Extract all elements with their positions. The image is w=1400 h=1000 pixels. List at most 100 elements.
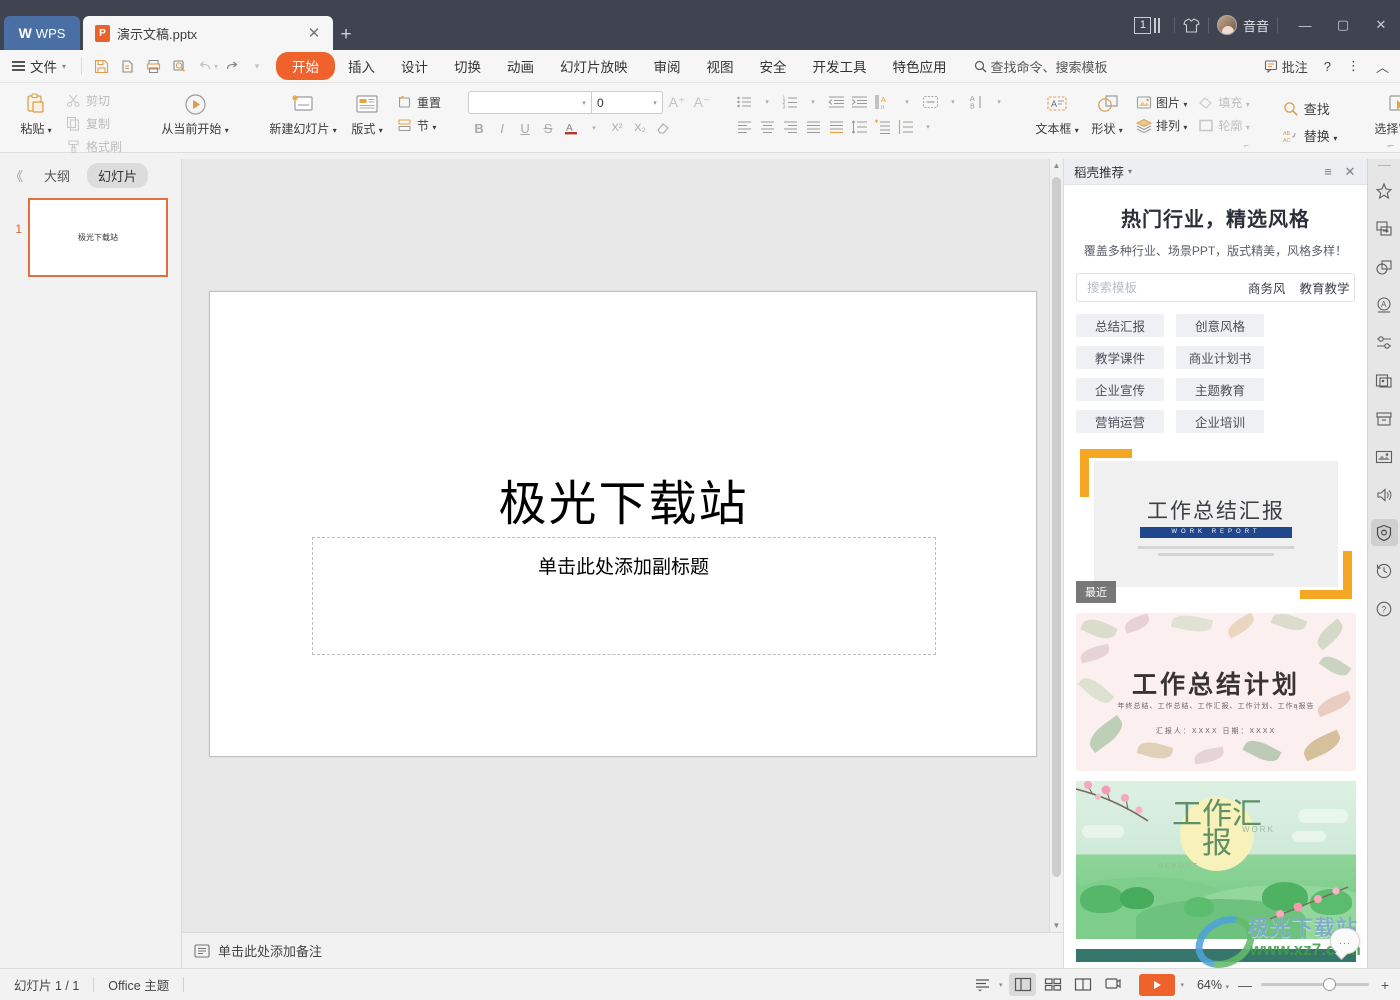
minimize-button[interactable]: —: [1286, 11, 1324, 39]
selection-pane-button[interactable]: 选择窗格: [1365, 88, 1400, 140]
slide-subtitle-placeholder[interactable]: 单击此处添加副标题: [311, 536, 936, 655]
numbering-button[interactable]: 123: [779, 91, 801, 113]
list-item[interactable]: 1 极光下载站: [0, 198, 181, 277]
align-center-button[interactable]: [756, 116, 778, 138]
tab-transitions[interactable]: 切换: [441, 52, 494, 80]
effects-icon[interactable]: [1371, 177, 1398, 204]
presenter-view-button[interactable]: [1099, 973, 1126, 996]
slide-count-label[interactable]: 幻灯片 1 / 1: [14, 975, 93, 994]
tag-marketing[interactable]: 营销运营: [1076, 410, 1164, 433]
text-direction-dropdown-icon[interactable]: ▾: [896, 91, 918, 113]
tag-corporate-training[interactable]: 企业培训: [1176, 410, 1264, 433]
slide-thumbnail[interactable]: 极光下载站: [28, 198, 168, 277]
close-task-pane-icon[interactable]: ✕: [1339, 164, 1361, 180]
scrollbar-thumb[interactable]: [1052, 177, 1061, 877]
gallery-icon[interactable]: [1371, 367, 1398, 394]
tab-review[interactable]: 审阅: [641, 52, 694, 80]
tab-view[interactable]: 视图: [694, 52, 747, 80]
template-search-bar[interactable]: 商务风 教育教学: [1076, 273, 1355, 302]
paragraph-spacing-button[interactable]: [871, 116, 893, 138]
task-pane-list-icon[interactable]: ≡: [1317, 164, 1339, 179]
italic-button[interactable]: I: [491, 117, 513, 139]
smart-align-dropdown-icon[interactable]: ▾: [917, 116, 939, 138]
tab-outline[interactable]: 大纲: [33, 163, 81, 188]
layout-button[interactable]: 版式 ▾: [343, 88, 391, 140]
distribute-button[interactable]: [825, 116, 847, 138]
font-color-button[interactable]: A: [560, 117, 582, 139]
text-art-icon[interactable]: A: [1371, 291, 1398, 318]
slide-sorter-button[interactable]: [1039, 973, 1066, 996]
line-spacing-button[interactable]: [848, 116, 870, 138]
increase-indent-button[interactable]: [848, 91, 870, 113]
outline-dropdown-icon[interactable]: ▾: [999, 981, 1003, 989]
duplicate-icon[interactable]: [1371, 215, 1398, 242]
document-count-badge[interactable]: 1: [1134, 16, 1160, 34]
slide-canvas-area[interactable]: 极光下载站 单击此处添加副标题 ▲ ▼: [182, 159, 1063, 932]
justify-button[interactable]: [802, 116, 824, 138]
tag-creative-style[interactable]: 创意风格: [1176, 314, 1264, 337]
align-right-button[interactable]: [779, 116, 801, 138]
new-tab-icon[interactable]: +: [333, 20, 359, 50]
collapse-ribbon-button[interactable]: ︿: [1369, 54, 1396, 79]
adjust-icon[interactable]: [1371, 329, 1398, 356]
history-icon[interactable]: [1371, 557, 1398, 584]
arrange-button[interactable]: 排列 ▾: [1130, 115, 1192, 136]
find-button[interactable]: 查找: [1277, 96, 1344, 121]
zoom-slider[interactable]: [1261, 978, 1369, 991]
bullets-button[interactable]: [733, 91, 755, 113]
font-name-input[interactable]: [469, 92, 577, 113]
tab-design[interactable]: 设计: [388, 52, 441, 80]
close-tab-icon[interactable]: ✕: [305, 24, 323, 42]
insert-dialog-launcher[interactable]: ⌐: [1244, 141, 1249, 150]
file-menu-button[interactable]: 文件 ▾: [0, 54, 75, 79]
sound-icon[interactable]: [1371, 481, 1398, 508]
notes-pane[interactable]: 单击此处添加备注: [182, 932, 1063, 968]
close-window-button[interactable]: ✕: [1362, 11, 1400, 39]
font-size-dropdown-icon[interactable]: ▾: [648, 99, 662, 107]
outline-button[interactable]: 轮廓 ▾: [1192, 115, 1254, 136]
align-text-button[interactable]: [919, 91, 941, 113]
tab-developer-tools[interactable]: 开发工具: [800, 52, 880, 80]
grow-font-button[interactable]: A⁺: [666, 92, 688, 114]
superscript-button[interactable]: X²: [606, 117, 628, 139]
zoom-level-label[interactable]: 64% ▾: [1197, 978, 1229, 992]
zoom-in-button[interactable]: +: [1378, 977, 1392, 993]
quick-link-education[interactable]: 教育教学: [1300, 278, 1350, 297]
underline-button[interactable]: U: [514, 117, 536, 139]
reading-view-button[interactable]: [1069, 973, 1096, 996]
fill-button[interactable]: 填充 ▾: [1192, 92, 1254, 113]
tag-courseware[interactable]: 教学课件: [1076, 346, 1164, 369]
tab-slideshow[interactable]: 幻灯片放映: [547, 52, 641, 80]
align-left-button[interactable]: [733, 116, 755, 138]
tab-start[interactable]: 开始: [276, 52, 336, 80]
tab-animations[interactable]: 动画: [494, 52, 547, 80]
archive-icon[interactable]: [1371, 405, 1398, 432]
template-search-input[interactable]: [1087, 280, 1248, 295]
save-icon[interactable]: [88, 53, 114, 79]
command-search-box[interactable]: 查找命令、搜索模板: [974, 57, 1108, 76]
scroll-down-icon[interactable]: ▼: [1053, 919, 1061, 932]
numbering-dropdown-icon[interactable]: ▾: [802, 91, 824, 113]
template-card-next-peek[interactable]: [1076, 949, 1356, 968]
decrease-indent-button[interactable]: [825, 91, 847, 113]
customize-quick-access-icon[interactable]: ▾: [244, 53, 270, 79]
help-icon[interactable]: ?: [1371, 595, 1398, 622]
tag-business-plan[interactable]: 商业计划书: [1176, 346, 1264, 369]
shape-button[interactable]: 形状 ▾: [1084, 88, 1130, 140]
font-name-dropdown-icon[interactable]: ▾: [577, 99, 591, 107]
template-card-work-summary-plan[interactable]: 工作总结计划 年终总结、工作总结、工作汇报、工作计划、工作ą报告 汇报人：XXX…: [1076, 613, 1356, 771]
wps-home-tab[interactable]: W WPS: [4, 16, 80, 50]
new-slide-button[interactable]: 新建幻灯片 ▾: [263, 88, 343, 140]
start-slideshow-button[interactable]: [1139, 973, 1176, 996]
subscript-button[interactable]: X₂: [629, 117, 651, 139]
scroll-up-icon[interactable]: ▲: [1053, 159, 1061, 172]
reset-button[interactable]: 重置: [391, 92, 446, 113]
shapes-icon[interactable]: [1371, 253, 1398, 280]
tab-featured-apps[interactable]: 特色应用: [880, 52, 960, 80]
document-tab[interactable]: P 演示文稿.pptx ✕: [83, 16, 333, 50]
tab-slides[interactable]: 幻灯片: [87, 163, 149, 188]
tag-summary-report[interactable]: 总结汇报: [1076, 314, 1164, 337]
tag-theme-education[interactable]: 主题教育: [1176, 378, 1264, 401]
font-size-input[interactable]: 0: [592, 92, 648, 113]
skin-theme-icon[interactable]: [1183, 17, 1200, 33]
